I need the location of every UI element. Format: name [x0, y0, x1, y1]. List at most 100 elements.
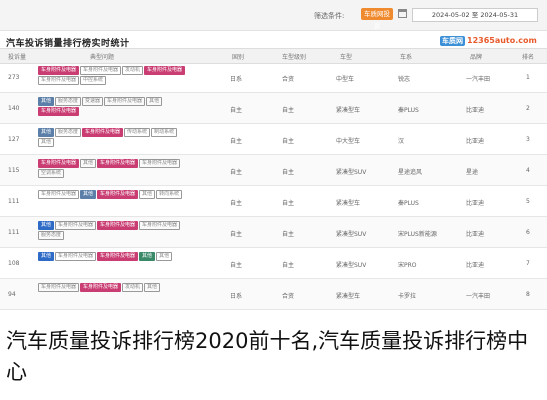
issue-tag[interactable]: 变速器: [82, 97, 104, 106]
issue-tag[interactable]: 车身附件及电器: [55, 221, 97, 230]
issue-tag[interactable]: 其他: [146, 97, 163, 106]
brand-cell: 比亚迪: [466, 200, 485, 207]
col-issues: 典型问题: [90, 54, 115, 61]
rank-cell: 2: [526, 105, 530, 112]
model-cell: 紧凑型车: [336, 293, 361, 300]
calendar-icon[interactable]: [398, 9, 407, 18]
level-cell: 自主: [282, 138, 295, 145]
issue-tags: 车身附件及电器 其他 车身附件及电器 车身附件及电器空调系统: [38, 159, 188, 179]
complaint-count: 115: [8, 167, 20, 174]
complaint-filter-button[interactable]: 车质网投诉: [361, 8, 393, 30]
issue-tag[interactable]: 车身附件及电器: [55, 252, 97, 261]
country-cell: 自主: [230, 200, 243, 207]
brand-cell: 一汽丰田: [466, 293, 491, 300]
issue-tag[interactable]: 车身附件及电器: [139, 221, 181, 230]
issue-tag[interactable]: 服务态度: [55, 128, 82, 137]
table-row[interactable]: 273 日系 合资 中型车 锐志 一汽丰田 1 车身附件及电器 车身附件及电器 发动机 车身附件及电…: [0, 62, 547, 93]
model-cell: 紧凑型车: [336, 107, 361, 114]
model-cell: 紧凑型SUV: [336, 262, 367, 269]
table-row[interactable]: 111 自主 自主 紧凑型车 秦PLUS 比亚迪 5 车身附件及电器 其他 车身附件及电器 其他 转向…: [0, 186, 547, 217]
model-cell: 紧凑型SUV: [336, 231, 367, 238]
issue-tags: 车身附件及电器 车身附件及电器 发动机 其他: [38, 283, 188, 293]
issue-tag[interactable]: 中控系统: [80, 76, 107, 85]
issue-tag[interactable]: 其他: [80, 190, 97, 199]
col-level: 车型级别: [282, 54, 307, 61]
issue-tag[interactable]: 其他: [38, 252, 55, 261]
rank-cell: 8: [526, 291, 530, 298]
caption-text: 汽车质量投诉排行榜2020前十名,汽车质量投诉排行榜中心: [6, 329, 529, 384]
issue-tag[interactable]: 传动系统: [124, 128, 151, 137]
issue-tag[interactable]: 其他: [144, 283, 161, 292]
country-cell: 自主: [230, 231, 243, 238]
complaint-count: 127: [8, 136, 20, 143]
issue-tags: 其他 服务态度 车身附件及电器 传动系统 制动系统其他: [38, 128, 188, 148]
issue-tag[interactable]: 其他: [38, 138, 55, 147]
issue-tag[interactable]: 发动机: [122, 283, 144, 292]
series-cell: 卡罗拉: [398, 293, 417, 300]
issue-tag[interactable]: 车身附件及电器: [38, 66, 80, 75]
col-model: 车型: [340, 54, 353, 61]
issue-tag[interactable]: 车身附件及电器: [38, 107, 80, 116]
issue-tags: 其他 车身附件及电器 车身附件及电器 车身附件及电器服务态度: [38, 221, 188, 241]
level-cell: 自主: [282, 231, 295, 238]
logo-text: 12365auto.com: [467, 36, 537, 45]
brand-cell: 比亚迪: [466, 262, 485, 269]
table-row[interactable]: 111 自主 自主 紧凑型SUV 宋PLUS新能源 比亚迪 6 其他 车身附件及电器 车身附件及电…: [0, 217, 547, 248]
issue-tag[interactable]: 车身附件及电器: [38, 76, 80, 85]
issue-tag[interactable]: 其他: [156, 252, 173, 261]
issue-tag[interactable]: 车身附件及电器: [144, 66, 186, 75]
complaint-count: 111: [8, 198, 20, 205]
table-row[interactable]: 115 自主 自主 紧凑型SUV 星途追风 星途 4 车身附件及电器 其他 车身附件及电器 车身附件…: [0, 155, 547, 186]
model-cell: 中型车: [336, 76, 355, 83]
rank-cell: 1: [526, 74, 530, 81]
level-cell: 自主: [282, 200, 295, 207]
issue-tag[interactable]: 车身附件及电器: [38, 159, 80, 168]
issue-tag[interactable]: 车身附件及电器: [97, 159, 139, 168]
issue-tag[interactable]: 其他: [139, 190, 156, 199]
level-cell: 自主: [282, 262, 295, 269]
issue-tag[interactable]: 车身附件及电器: [97, 252, 139, 261]
complaint-count: 108: [8, 260, 20, 267]
issue-tag[interactable]: 车身附件及电器: [38, 190, 80, 199]
issue-tag[interactable]: 其他: [38, 128, 55, 137]
table-row[interactable]: 94 日系 合资 紧凑型车 卡罗拉 一汽丰田 8 车身附件及电器 车身附件及电器 发动机 其他: [0, 279, 547, 310]
brand-cell: 比亚迪: [466, 138, 485, 145]
rank-cell: 4: [526, 167, 530, 174]
filter-bar: 筛选条件: 车质网投诉 2024-05-02 至 2024-05-31: [0, 0, 547, 31]
issue-tag[interactable]: 其他: [38, 97, 55, 106]
issue-tag[interactable]: 车身附件及电器: [80, 283, 122, 292]
issue-tag[interactable]: 车身附件及电器: [97, 190, 139, 199]
series-cell: 秦PLUS: [398, 107, 419, 114]
country-cell: 自主: [230, 262, 243, 269]
issue-tags: 其他 服务态度 变速器 车身附件及电器 其他车身附件及电器: [38, 97, 188, 117]
issue-tag[interactable]: 车身附件及电器: [97, 221, 139, 230]
issue-tag[interactable]: 车身附件及电器: [104, 97, 146, 106]
level-cell: 合资: [282, 293, 295, 300]
model-cell: 中大型车: [336, 138, 361, 145]
issue-tag[interactable]: 车身附件及电器: [38, 283, 80, 292]
issue-tag[interactable]: 发动机: [122, 66, 144, 75]
site-logo[interactable]: 车质网 12365auto.com: [440, 36, 537, 46]
table-row[interactable]: 127 自主 自主 中大型车汉比亚迪 3 其他 服务态度 车身附件及电器 传动系统 制动系统其他: [0, 124, 547, 155]
issue-tag[interactable]: 服务态度: [55, 97, 82, 106]
col-brand: 品牌: [470, 54, 483, 61]
country-cell: 自主: [230, 138, 243, 145]
issue-tag[interactable]: 其他: [38, 221, 55, 230]
country-cell: 日系: [230, 76, 243, 83]
issue-tag[interactable]: 其他: [80, 159, 97, 168]
issue-tag[interactable]: 车身附件及电器: [82, 128, 124, 137]
issue-tag[interactable]: 转向系统: [156, 190, 183, 199]
country-cell: 自主: [230, 107, 243, 114]
issue-tags: 其他 车身附件及电器 车身附件及电器 其他 其他: [38, 252, 188, 262]
date-range-input[interactable]: 2024-05-02 至 2024-05-31: [412, 8, 538, 22]
table-row[interactable]: 140 自主 自主 紧凑型车 秦PLUS 比亚迪 2 其他 服务态度 变速器 车身附件及电器 其他车身…: [0, 93, 547, 124]
logo-badge: 车质网: [440, 36, 465, 46]
issue-tag[interactable]: 制动系统: [151, 128, 178, 137]
table-row[interactable]: 108 自主 自主 紧凑型SUV 宋PRO 比亚迪 7 其他 车身附件及电器 车身附件及电器 其他其…: [0, 248, 547, 279]
issue-tag[interactable]: 车身附件及电器: [139, 159, 181, 168]
issue-tag[interactable]: 服务态度: [38, 231, 65, 240]
issue-tag[interactable]: 空调系统: [38, 169, 65, 178]
series-cell: 秦PLUS: [398, 200, 419, 207]
issue-tag[interactable]: 其他: [139, 252, 156, 261]
issue-tag[interactable]: 车身附件及电器: [80, 66, 122, 75]
